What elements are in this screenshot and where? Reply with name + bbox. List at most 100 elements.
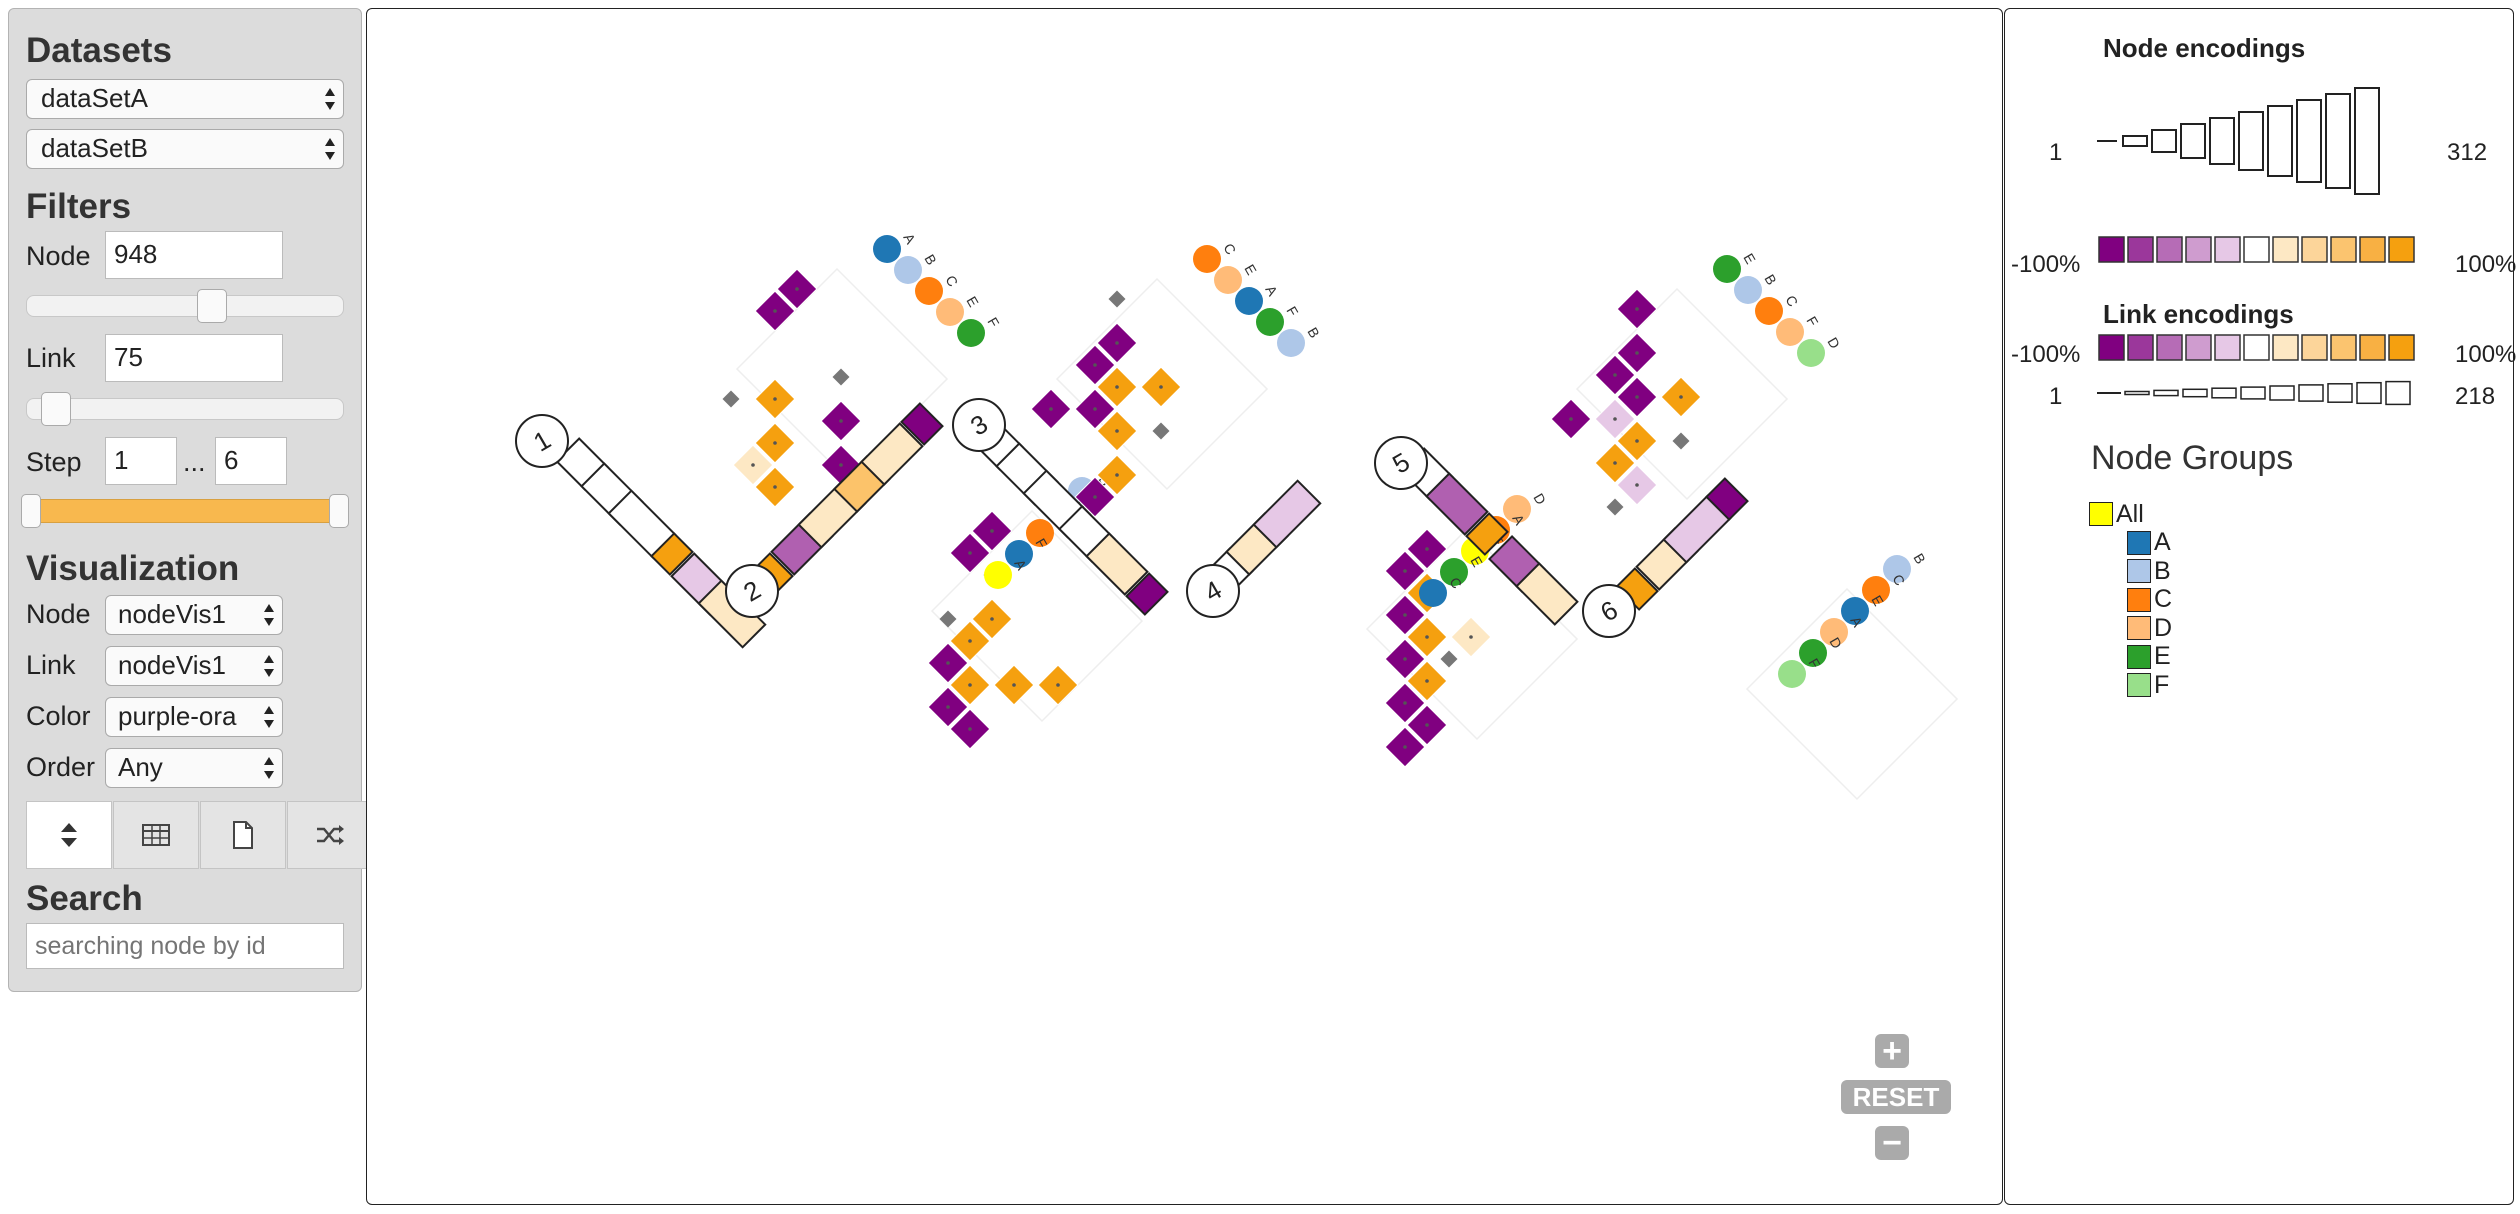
matrix-cell-dot [1159, 385, 1163, 389]
group-letter: A [1262, 283, 1281, 300]
matrix-cell-dot [1613, 417, 1617, 421]
color-scale-swatch [2098, 334, 2125, 361]
step-to-handle[interactable] [329, 494, 349, 528]
node-group-e[interactable]: E [2127, 642, 2171, 670]
node-group-f[interactable]: F [2127, 671, 2169, 699]
link-filter-slider[interactable] [26, 392, 344, 426]
node-encodings-title: Node encodings [2103, 33, 2306, 63]
size-scale-box [2180, 123, 2206, 159]
group-letter: B [1304, 325, 1323, 341]
step-range-slider[interactable] [21, 494, 349, 528]
ego-network-diagram[interactable]: ABCEFBCEFACEAFBDAFECEBCFDBCEADF123456 [367, 9, 2004, 1206]
group-letter: C [942, 273, 961, 290]
filters-heading: Filters [26, 187, 132, 226]
group-letter: C [1220, 241, 1239, 258]
vis-order-value: Any [118, 752, 163, 782]
vis-order-label: Order [26, 752, 96, 782]
vis-color-select[interactable]: purple-ora [105, 697, 283, 737]
width-scale-box [2240, 386, 2266, 400]
size-scale-box [2267, 105, 2293, 177]
group-circle [1755, 297, 1783, 325]
group-letter: F [1283, 304, 1301, 319]
color-scale-swatch [2388, 236, 2415, 263]
matrix-cell-dot [1093, 407, 1097, 411]
node-group-b[interactable]: B [2127, 556, 2171, 585]
group-circle [873, 235, 901, 263]
vis-link-select[interactable]: nodeVis1 [105, 646, 283, 686]
step-from-handle[interactable] [21, 494, 41, 528]
link-filter-input[interactable]: 75 [105, 334, 283, 382]
group-swatch [2127, 644, 2151, 669]
matrix-cell-dot [795, 287, 799, 291]
matrix-cell-marker [832, 368, 850, 386]
document-icon [233, 821, 253, 849]
visualization-canvas[interactable]: ABCEFBCEFACEAFBDAFECEBCFDBCEADF123456 + … [366, 8, 2003, 1205]
node-groups-title: Node Groups [2091, 439, 2294, 477]
matrix-cell-dot [990, 529, 994, 533]
size-scale-box [2151, 129, 2177, 153]
shuffle-button[interactable] [287, 801, 373, 869]
color-scale-swatch [2185, 236, 2212, 263]
node-group-a[interactable]: A [2127, 528, 2171, 556]
node-slider-handle[interactable] [196, 289, 227, 323]
step-separator: ... [183, 447, 206, 477]
group-circle [1713, 255, 1741, 283]
vis-node-select[interactable]: nodeVis1 [105, 595, 283, 635]
node-filter-input[interactable]: 948 [105, 231, 283, 279]
matrix-cell-dot [946, 705, 950, 709]
width-scale-box [2153, 389, 2179, 397]
matrix-cell-marker [1108, 290, 1126, 308]
step-6-matrix: BCEADF [1745, 551, 1959, 801]
group-circle [1235, 287, 1263, 315]
matrix-cell-marker [1440, 650, 1458, 668]
group-circle [984, 561, 1012, 589]
group-circle [936, 298, 964, 326]
group-letter: E [963, 294, 982, 310]
search-input[interactable] [26, 923, 344, 969]
color-scale-swatch [2330, 236, 2357, 263]
matrix-cell-dot [968, 683, 972, 687]
group-label: B [2154, 556, 2171, 585]
step-from-input[interactable]: 1 [105, 437, 177, 485]
dataset-a-select[interactable]: dataSetA [26, 79, 344, 119]
size-scale-box [2209, 117, 2235, 165]
color-scale-swatch [2388, 334, 2415, 361]
group-circle [1419, 579, 1447, 607]
zoom-in-button[interactable]: + [1875, 1032, 1909, 1070]
group-label: E [2154, 642, 2171, 670]
dataset-b-select[interactable]: dataSetB [26, 129, 344, 169]
matrix-cell-dot [1635, 351, 1639, 355]
color-scale-swatch [2156, 334, 2183, 361]
size-scale-box [2122, 135, 2148, 147]
matrix-cell-dot [1115, 341, 1119, 345]
color-scale-swatch [2243, 334, 2270, 361]
table-button[interactable] [113, 801, 199, 869]
node-group-all[interactable]: All [2089, 500, 2144, 528]
select-arrows-icon [325, 138, 335, 160]
group-swatch [2089, 502, 2113, 526]
group-letter: B [1761, 272, 1780, 288]
node-filter-slider[interactable] [26, 289, 344, 323]
width-scale-box [2356, 381, 2382, 405]
matrix-cell-dot [1115, 385, 1119, 389]
node-color-scale [2098, 236, 2415, 263]
sort-button[interactable] [26, 801, 112, 869]
size-scale-box [2238, 111, 2264, 171]
zoom-out-button[interactable]: − [1875, 1124, 1909, 1162]
link-slider-handle[interactable] [41, 392, 72, 426]
matrix-cell-marker [722, 390, 740, 408]
matrix-cell-dot [773, 309, 777, 313]
document-button[interactable] [200, 801, 286, 869]
node-group-d[interactable]: D [2127, 614, 2172, 642]
node-group-c[interactable]: C [2127, 585, 2172, 613]
width-scale-box [2182, 388, 2208, 398]
vis-order-select[interactable]: Any [105, 748, 283, 788]
size-scale-box [2354, 87, 2380, 195]
link-width-max: 218 [2455, 383, 2496, 410]
matrix-cell-dot [1635, 439, 1639, 443]
matrix-cell-dot [839, 419, 843, 423]
color-scale-swatch [2127, 236, 2154, 263]
width-scale-box [2298, 384, 2324, 402]
reset-zoom-button[interactable]: RESET [1841, 1080, 1951, 1114]
step-to-input[interactable]: 6 [215, 437, 287, 485]
